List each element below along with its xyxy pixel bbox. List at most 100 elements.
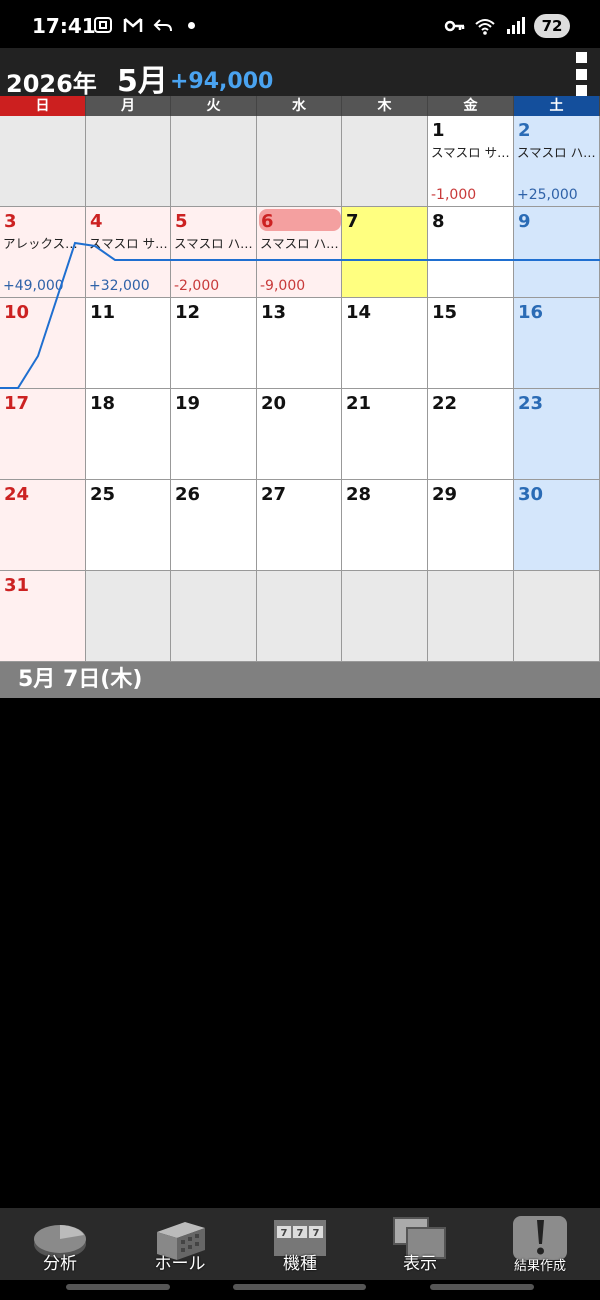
year-label[interactable]: 2026年 (6, 64, 97, 99)
day-number: 30 (518, 484, 544, 505)
calendar-day-cell[interactable]: 31 (0, 571, 86, 662)
day-number: 31 (4, 575, 30, 596)
calendar-cell-empty (0, 116, 86, 207)
weekday-sun: 日 (0, 96, 86, 116)
day-number: 9 (518, 211, 531, 232)
calendar-cell-empty (514, 571, 600, 662)
calendar-cell-empty (86, 571, 171, 662)
calendar-day-cell[interactable]: 22 (428, 389, 514, 480)
bottom-toolbar: 分析 ホール 7 7 7 機種 表示 結果作成 (0, 1208, 600, 1280)
create-result-button[interactable]: 結果作成 (480, 1208, 600, 1280)
calendar-day-cell[interactable]: 25 (86, 480, 171, 571)
day-number: 7 (346, 211, 359, 232)
day-number: 27 (261, 484, 287, 505)
calendar-day-cell[interactable]: 6 スマスロ ハ… -9,000 (257, 207, 342, 298)
day-entry-machine: スマスロ サ… (89, 236, 168, 251)
display-label: 表示 (403, 1254, 437, 1274)
calendar-day-cell[interactable]: 3 アレックス… +49,000 (0, 207, 86, 298)
day-amount: -1,000 (431, 187, 477, 203)
notification-dot-icon (188, 21, 195, 29)
calendar-day-cell[interactable]: 23 (514, 389, 600, 480)
calendar-day-cell[interactable]: 8 (428, 207, 514, 298)
day-number: 19 (175, 393, 201, 414)
calendar-day-cell[interactable]: 30 (514, 480, 600, 571)
machine-label: 機種 (283, 1254, 317, 1274)
day-number: 17 (4, 393, 30, 414)
calendar-day-cell[interactable]: 29 (428, 480, 514, 571)
day-entry-machine: スマスロ サ… (431, 145, 510, 160)
calendar-day-cell[interactable]: 20 (257, 389, 342, 480)
calendar-day-cell[interactable]: 4 スマスロ サ… +32,000 (86, 207, 171, 298)
calendar-cell-empty (171, 571, 257, 662)
overflow-menu-button[interactable] (572, 52, 590, 96)
create-result-label: 結果作成 (513, 1259, 566, 1274)
calendar-day-cell[interactable]: 10 (0, 298, 86, 389)
calendar-day-cell[interactable]: 12 (171, 298, 257, 389)
calendar-day-cell[interactable]: 2 スマスロ ハ… +25,000 (514, 116, 600, 207)
day-number: 3 (4, 211, 17, 232)
calendar-day-cell[interactable]: 16 (514, 298, 600, 389)
calendar-cell-empty (428, 571, 514, 662)
day-amount: -2,000 (174, 278, 220, 294)
day-number: 28 (346, 484, 372, 505)
day-number: 16 (518, 302, 544, 323)
weekday-mon: 月 (86, 96, 171, 116)
day-entry-machine: アレックス… (3, 236, 78, 251)
weekday-tue: 火 (171, 96, 257, 116)
calendar-day-cell[interactable]: 13 (257, 298, 342, 389)
day-number: 1 (432, 120, 445, 141)
day-number: 23 (518, 393, 544, 414)
day-number: 11 (90, 302, 116, 323)
calendar-day-cell[interactable]: 18 (86, 389, 171, 480)
nav-pill (430, 1284, 534, 1290)
day-number: 8 (432, 211, 445, 232)
machine-button[interactable]: 7 7 7 機種 (240, 1208, 360, 1280)
day-entry-machine: スマスロ ハ… (174, 236, 253, 251)
calendar-day-cell[interactable]: 26 (171, 480, 257, 571)
calendar-day-cell[interactable]: 15 (428, 298, 514, 389)
calendar-day-cell[interactable]: 1 スマスロ サ… -1,000 (428, 116, 514, 207)
calendar-day-cell[interactable]: 21 (342, 389, 428, 480)
weekday-fri: 金 (428, 96, 514, 116)
calendar-day-cell[interactable]: 14 (342, 298, 428, 389)
display-button[interactable]: 表示 (360, 1208, 480, 1280)
calendar-day-cell[interactable]: 27 (257, 480, 342, 571)
calendar-day-cell[interactable]: 9 (514, 207, 600, 298)
wifi-icon (475, 19, 495, 35)
day-number: 12 (175, 302, 201, 323)
day-number: 24 (4, 484, 30, 505)
hall-button[interactable]: ホール (120, 1208, 240, 1280)
day-number: 14 (346, 302, 372, 323)
day-entry-machine: スマスロ ハ… (517, 145, 596, 160)
calendar-day-cell[interactable]: 5 スマスロ ハ… -2,000 (171, 207, 257, 298)
calendar-day-cell[interactable]: 7 (342, 207, 428, 298)
weekday-header: 日 月 火 水 木 金 土 (0, 96, 600, 116)
day-number: 5 (175, 211, 188, 232)
weekday-thu: 木 (342, 96, 428, 116)
svg-text:7: 7 (297, 1228, 304, 1239)
screenshot-icon (94, 17, 112, 33)
month-label[interactable]: 5月 (117, 56, 168, 100)
reply-icon (153, 19, 172, 32)
menu-dot-icon (575, 52, 587, 63)
day-entry-machine: スマスロ ハ… (260, 236, 339, 251)
day-number: 4 (90, 211, 103, 232)
calendar-day-cell[interactable]: 11 (86, 298, 171, 389)
calendar-day-cell[interactable]: 24 (0, 480, 86, 571)
calendar-cell-empty (257, 116, 342, 207)
calendar-cell-empty (342, 571, 428, 662)
day-amount: +25,000 (517, 187, 578, 203)
calendar-cell-empty (342, 116, 428, 207)
calendar-header: 2026年 5月 +94,000 (0, 48, 600, 99)
calendar-day-cell[interactable]: 19 (171, 389, 257, 480)
calendar-cell-empty (257, 571, 342, 662)
gmail-icon (123, 18, 143, 32)
day-amount: +49,000 (3, 278, 64, 294)
day-number: 21 (346, 393, 372, 414)
day-number: 2 (518, 120, 531, 141)
calendar-day-cell[interactable]: 28 (342, 480, 428, 571)
nav-pill (66, 1284, 170, 1290)
day-number: 18 (90, 393, 116, 414)
calendar-day-cell[interactable]: 17 (0, 389, 86, 480)
analysis-button[interactable]: 分析 (0, 1208, 120, 1280)
